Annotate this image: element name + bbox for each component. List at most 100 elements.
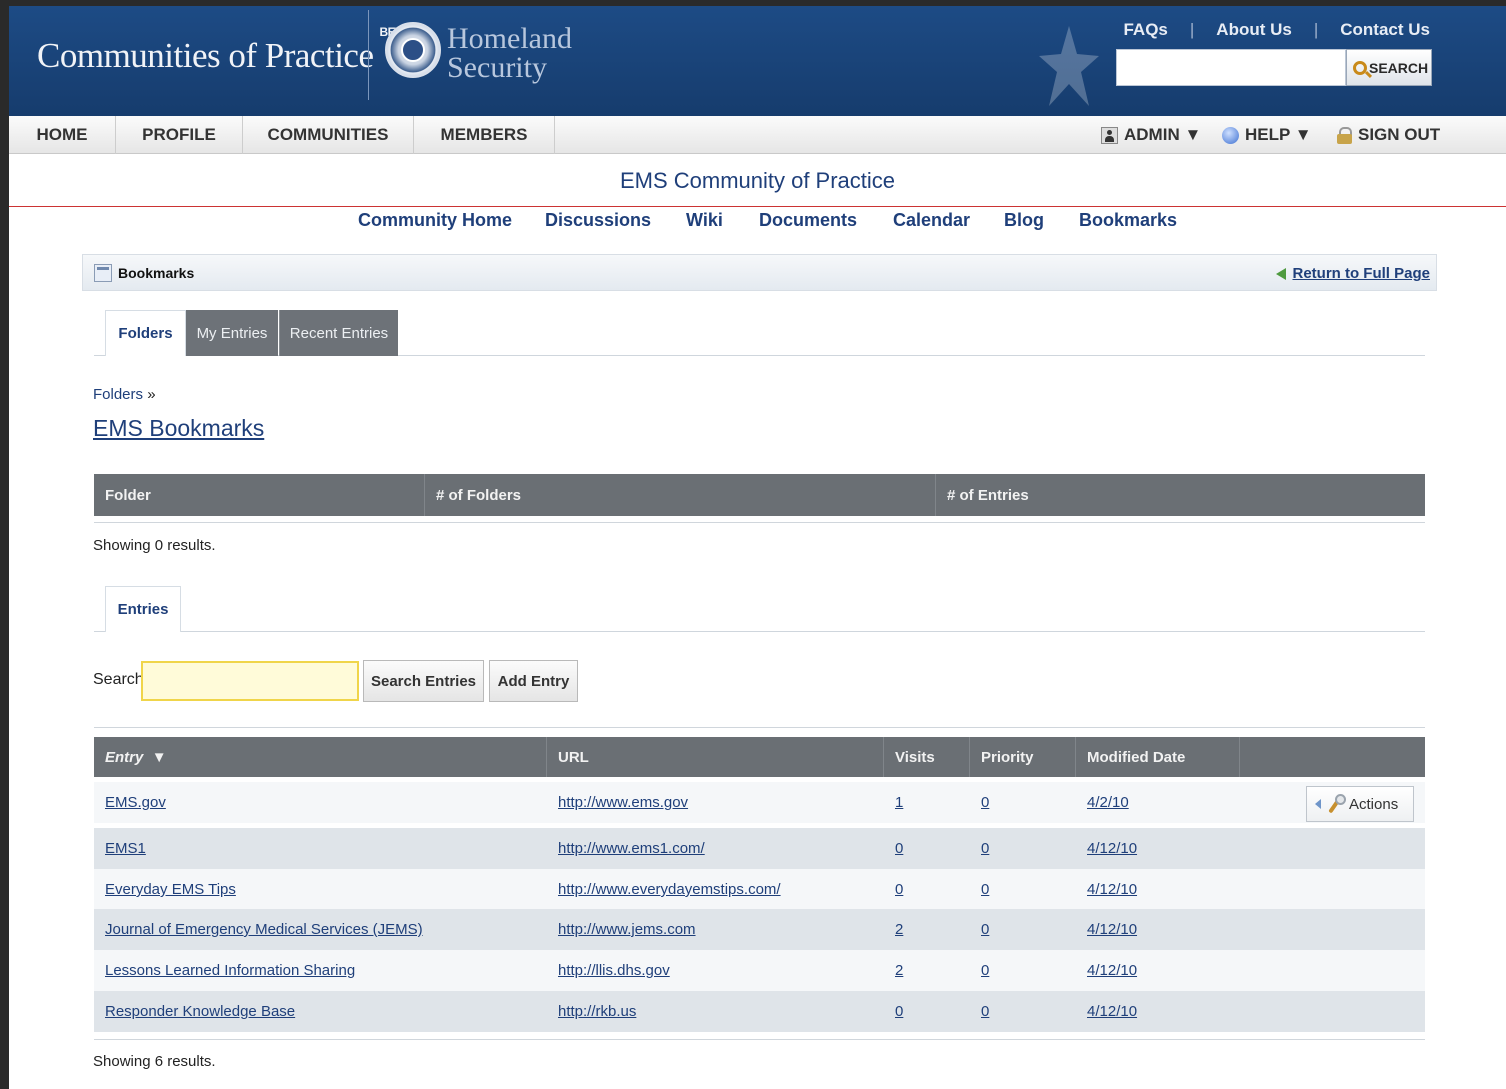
header-divider	[368, 10, 369, 100]
date-link[interactable]: 4/12/10	[1087, 962, 1137, 979]
admin-menu[interactable]: ADMIN ▼	[1101, 116, 1201, 154]
col-visits-sort-link[interactable]: Visits	[895, 749, 935, 766]
table-row: EMS.gov http://www.ems.gov 1 0 4/2/10 Ac…	[94, 782, 1425, 823]
subnav-bookmarks[interactable]: Bookmarks	[1079, 210, 1177, 231]
dhs-seal-icon	[385, 22, 441, 78]
col-visits[interactable]: Visits	[884, 737, 970, 777]
search-icon	[1353, 60, 1367, 75]
site-search-input[interactable]	[1116, 49, 1346, 86]
back-arrow-icon	[1276, 267, 1287, 280]
url-link[interactable]: http://www.jems.com	[558, 921, 696, 938]
nav-members[interactable]: MEMBERS	[414, 116, 555, 154]
table-row: Everyday EMS Tips http://www.everydayems…	[94, 869, 1425, 910]
url-link[interactable]: http://www.ems.gov	[558, 794, 688, 811]
col-entry-sort-link[interactable]: Entry	[105, 749, 143, 766]
col-modified-date-sort-link[interactable]: Modified Date	[1087, 749, 1185, 766]
search-entries-button[interactable]: Search Entries	[363, 660, 484, 702]
contact-us-link[interactable]: Contact Us	[1340, 20, 1430, 39]
folders-showing-count: Showing 0 results.	[93, 537, 216, 554]
caret-left-icon	[1315, 799, 1321, 809]
add-entry-button[interactable]: Add Entry	[489, 660, 578, 702]
about-us-link[interactable]: About Us	[1216, 20, 1292, 39]
title-rule	[9, 206, 1506, 207]
priority-link[interactable]: 0	[981, 881, 989, 898]
entries-search-input[interactable]	[141, 661, 359, 701]
dhs-wordmark: Homeland Security	[447, 22, 572, 84]
entry-link[interactable]: EMS1	[105, 840, 146, 857]
url-link[interactable]: http://www.everydayemstips.com/	[558, 881, 781, 898]
breadcrumb: Folders »	[93, 386, 156, 403]
subnav-documents[interactable]: Documents	[759, 210, 857, 231]
help-menu[interactable]: HELP ▼	[1222, 116, 1312, 154]
col-num-entries: # of Entries	[947, 486, 1029, 504]
faqs-link[interactable]: FAQs	[1123, 20, 1167, 39]
subnav-blog[interactable]: Blog	[1004, 210, 1044, 231]
visits-link[interactable]: 2	[895, 962, 903, 979]
col-modified-date[interactable]: Modified Date	[1076, 737, 1240, 777]
visits-link[interactable]: 0	[895, 881, 903, 898]
subnav-community-home[interactable]: Community Home	[358, 210, 512, 231]
date-link[interactable]: 4/12/10	[1087, 881, 1137, 898]
site-header: Communities of PracticeBETA HomelandSecu…	[9, 6, 1506, 116]
url-link[interactable]: http://llis.dhs.gov	[558, 962, 670, 979]
subnav-discussions[interactable]: Discussions	[545, 210, 651, 231]
col-actions	[1240, 737, 1425, 777]
entries-tabs-rule	[94, 631, 1425, 632]
main-nav: HOME PROFILE COMMUNITIES MEMBERS ADMIN ▼…	[9, 116, 1506, 154]
table-row: Journal of Emergency Medical Services (J…	[94, 909, 1425, 950]
col-url[interactable]: URL	[547, 737, 884, 777]
actions-button[interactable]: Actions	[1306, 786, 1414, 822]
nav-profile[interactable]: PROFILE	[116, 116, 243, 154]
date-link[interactable]: 4/12/10	[1087, 1003, 1137, 1020]
url-link[interactable]: http://www.ems1.com/	[558, 840, 705, 857]
visits-link[interactable]: 0	[895, 1003, 903, 1020]
nav-communities[interactable]: COMMUNITIES	[243, 116, 414, 154]
priority-link[interactable]: 0	[981, 794, 989, 811]
col-entry[interactable]: Entry ▼	[94, 737, 547, 777]
table-row: Responder Knowledge Base http://rkb.us 0…	[94, 991, 1425, 1032]
priority-link[interactable]: 0	[981, 962, 989, 979]
user-icon	[1101, 126, 1118, 144]
date-link[interactable]: 4/12/10	[1087, 921, 1137, 938]
subnav-wiki[interactable]: Wiki	[686, 210, 723, 231]
site-title[interactable]: Communities of PracticeBETA	[37, 25, 410, 76]
wrench-icon	[1327, 794, 1346, 814]
table-row: Lessons Learned Information Sharing http…	[94, 950, 1425, 991]
visits-link[interactable]: 1	[895, 794, 903, 811]
nav-home[interactable]: HOME	[9, 116, 116, 154]
site-search-button[interactable]: SEARCH	[1346, 49, 1432, 86]
help-icon	[1222, 126, 1239, 144]
col-num-folders: # of Folders	[425, 474, 936, 516]
tab-entries[interactable]: Entries	[105, 586, 181, 632]
subnav-calendar[interactable]: Calendar	[893, 210, 970, 231]
entry-link[interactable]: EMS.gov	[105, 794, 166, 811]
tab-folders[interactable]: Folders	[105, 310, 186, 356]
col-priority-sort-link[interactable]: Priority	[981, 749, 1034, 766]
bookmarks-portlet-bar: Bookmarks Return to Full Page	[82, 254, 1437, 291]
portlet-title: Bookmarks	[118, 265, 195, 281]
breadcrumb-folders-link[interactable]: Folders	[93, 386, 143, 403]
entry-link[interactable]: Everyday EMS Tips	[105, 881, 236, 898]
url-link[interactable]: http://rkb.us	[558, 1003, 636, 1020]
sign-out-link[interactable]: SIGN OUT	[1337, 116, 1440, 154]
tab-recent-entries[interactable]: Recent Entries	[279, 310, 398, 356]
folder-title[interactable]: EMS Bookmarks	[93, 415, 264, 442]
entries-search-label: Search	[93, 671, 144, 688]
entry-link[interactable]: Lessons Learned Information Sharing	[105, 962, 355, 979]
col-url-sort-link[interactable]: URL	[558, 749, 589, 766]
date-link[interactable]: 4/12/10	[1087, 840, 1137, 857]
priority-link[interactable]: 0	[981, 1003, 989, 1020]
entry-link[interactable]: Responder Knowledge Base	[105, 1003, 295, 1020]
tab-my-entries[interactable]: My Entries	[186, 310, 278, 356]
priority-link[interactable]: 0	[981, 840, 989, 857]
visits-link[interactable]: 2	[895, 921, 903, 938]
entry-link[interactable]: Journal of Emergency Medical Services (J…	[105, 921, 423, 938]
folders-table-rule	[94, 522, 1425, 523]
priority-link[interactable]: 0	[981, 921, 989, 938]
table-row: EMS1 http://www.ems1.com/ 0 0 4/12/10	[94, 828, 1425, 869]
date-link[interactable]: 4/2/10	[1087, 794, 1129, 811]
visits-link[interactable]: 0	[895, 840, 903, 857]
col-priority[interactable]: Priority	[970, 737, 1076, 777]
sort-desc-icon: ▼	[151, 748, 167, 766]
return-to-full-page-link[interactable]: Return to Full Page	[1276, 265, 1430, 282]
